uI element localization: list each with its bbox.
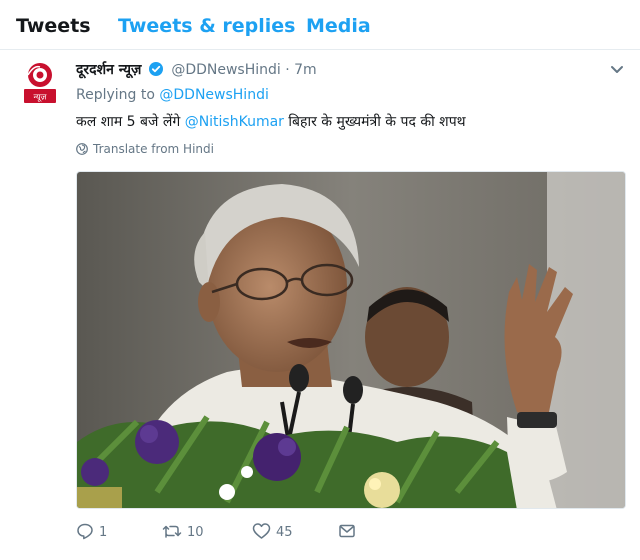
tweet-text-part-2: बिहार के मुख्यमंत्री के पद की शपथ [288, 114, 466, 130]
avatar-logo-text: न्यूज़ [34, 93, 48, 103]
profile-tabs: Tweets Tweets & replies Media [0, 0, 640, 50]
tweet-text: कल शाम 5 बजे लेंगे @NitishKumar बिहार के… [76, 111, 466, 133]
tab-tweets-and-replies[interactable]: Tweets & replies [118, 15, 295, 37]
reply-count: 1 [99, 525, 108, 540]
tweet-timestamp[interactable]: 7m [294, 62, 317, 78]
retweet-button[interactable]: 10 [162, 522, 204, 542]
retweet-icon [162, 525, 182, 538]
replying-to: Replying to @DDNewsHindi [76, 85, 269, 105]
like-button[interactable]: 45 [252, 522, 293, 542]
replying-to-label: Replying to [76, 87, 155, 103]
photo-image [77, 172, 625, 508]
envelope-icon [339, 524, 355, 538]
retweet-count: 10 [187, 525, 204, 540]
tweet-header: दूरदर्शन न्यूज़ @DDNewsHindi · 7m [76, 60, 317, 80]
avatar[interactable]: न्यूज़ [22, 61, 58, 105]
mention-link[interactable]: @NitishKumar [185, 114, 284, 130]
verified-badge-icon [148, 62, 163, 76]
chevron-down-icon[interactable] [610, 65, 624, 75]
author-name[interactable]: दूरदर्शन न्यूज़ [76, 62, 141, 78]
like-count: 45 [276, 525, 293, 540]
globe-icon [76, 143, 88, 155]
tab-media[interactable]: Media [306, 15, 371, 37]
reply-icon [77, 523, 93, 540]
tweet-photo[interactable] [76, 171, 626, 509]
direct-message-button[interactable] [338, 522, 356, 542]
translate-link[interactable]: Translate from Hindi [76, 141, 214, 157]
reply-button[interactable]: 1 [76, 522, 107, 542]
dd-news-logo-icon: न्यूज़ [24, 63, 56, 103]
tweet-text-part-1: कल शाम 5 बजे लेंगे [76, 114, 181, 130]
tweet[interactable]: न्यूज़ दूरदर्शन न्यूज़ @DDNewsHindi · 7m… [0, 51, 640, 560]
translate-label: Translate from Hindi [93, 142, 214, 156]
author-handle[interactable]: @DDNewsHindi [171, 62, 280, 78]
replying-to-link[interactable]: @DDNewsHindi [159, 87, 268, 103]
tab-tweets[interactable]: Tweets [16, 15, 91, 37]
heart-icon [252, 523, 271, 539]
header-separator: · [285, 62, 290, 78]
